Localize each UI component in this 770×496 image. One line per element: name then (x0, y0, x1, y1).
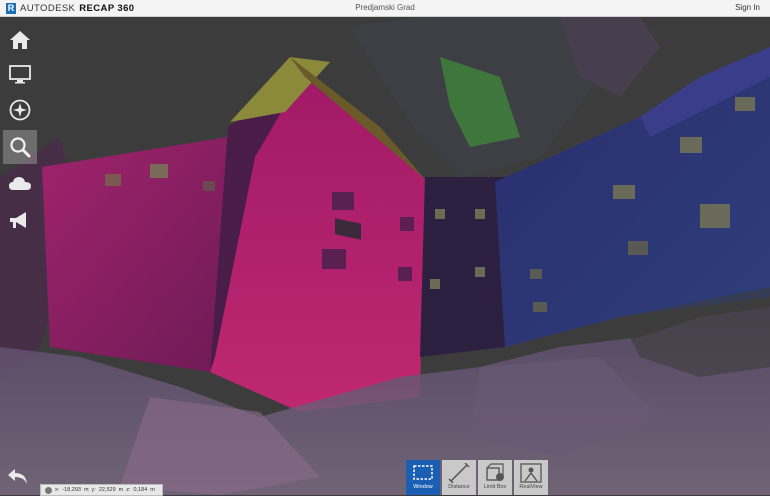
navigate-button[interactable] (3, 93, 37, 127)
display-button[interactable] (3, 57, 37, 91)
point-cloud-viewport[interactable] (0, 17, 770, 495)
limit-box-tool-label: Limit Box (483, 484, 507, 490)
home-icon (10, 31, 30, 49)
share-button[interactable] (3, 203, 37, 237)
x-value: -18,293 (62, 487, 81, 493)
point-cloud-render (0, 17, 770, 495)
y-value: 22,529 (98, 487, 116, 493)
distance-tool-button[interactable]: Distance (442, 460, 476, 495)
home-button[interactable] (3, 23, 37, 57)
realview-icon (520, 463, 542, 483)
x-unit: m (83, 487, 89, 493)
z-value: 0,184 (133, 487, 148, 493)
window-tool-button[interactable]: Window (406, 460, 440, 495)
cloud-button[interactable] (3, 167, 37, 201)
distance-icon (448, 463, 470, 483)
display-icon (9, 65, 31, 84)
undo-arrow-icon (8, 469, 27, 484)
megaphone-icon (10, 212, 26, 228)
compass-icon (9, 99, 31, 121)
cloud-icon (9, 177, 31, 190)
limit-box-icon (486, 463, 504, 481)
limit-box-tool-button[interactable]: Limit Box (478, 460, 512, 495)
z-unit: m (150, 487, 155, 493)
left-toolbar (0, 17, 40, 495)
realview-tool-label: RealView (519, 484, 543, 490)
search-button[interactable] (3, 130, 37, 164)
top-bar: R AUTODESK RECAP 360 Predjamski Grad Sig… (0, 0, 770, 17)
crosshair-icon (45, 486, 52, 494)
x-label: x: (55, 487, 60, 493)
search-icon (10, 137, 31, 158)
project-title: Predjamski Grad (355, 3, 415, 12)
realview-tool-button[interactable]: RealView (514, 460, 548, 495)
sign-in-link[interactable]: Sign In (735, 3, 760, 12)
measure-toolbar: Window Distance Limit Box RealView (406, 460, 550, 495)
coordinate-readout: x: -18,293 m y: 22,529 m z: 0,184 m (40, 484, 163, 496)
y-unit: m (118, 487, 124, 493)
back-button[interactable] (6, 466, 34, 488)
window-select-icon (413, 465, 433, 480)
distance-tool-label: Distance (448, 484, 470, 490)
z-label: z: (126, 487, 131, 493)
y-label: y: (91, 487, 96, 493)
window-tool-label: Window (413, 484, 433, 490)
